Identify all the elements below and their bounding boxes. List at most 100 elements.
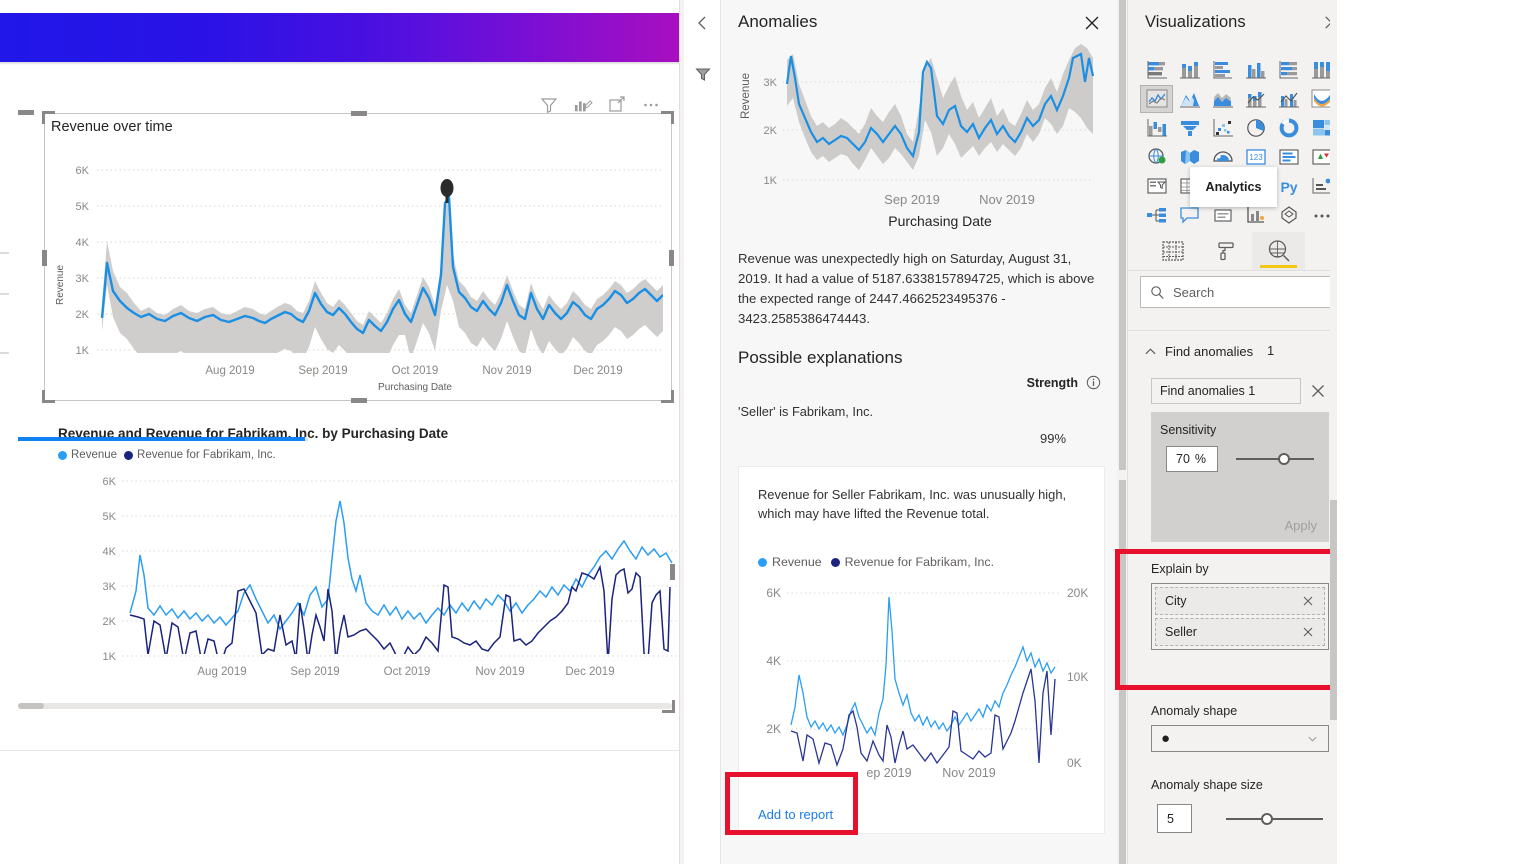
canvas-scroll-thumb[interactable] [18,703,44,709]
stacked-column-chart-icon[interactable] [1173,56,1206,84]
visualizations-header: Visualizations [1127,0,1352,48]
map-icon[interactable] [1140,143,1173,171]
format-tab[interactable] [1199,232,1252,270]
explain-by-field-wells[interactable]: City Seller [1151,583,1329,650]
chevron-down-icon[interactable] [1306,732,1319,745]
resize-handle-top-right[interactable] [661,111,674,124]
chevron-up-icon[interactable] [1144,345,1157,358]
resize-handle-bottom-left[interactable] [42,390,55,403]
line-and-clustered-column-icon[interactable] [1272,85,1305,113]
clustered-bar-chart-icon[interactable] [1206,56,1239,84]
find-anomalies-section-header[interactable]: Find anomalies 1 [1144,341,1344,361]
strength-bar-fill [18,437,306,441]
waterfall-chart-icon[interactable] [1140,114,1173,142]
stacked-area-chart-icon[interactable] [1206,85,1239,113]
legend-swatch-revenue [58,450,67,460]
explain-by-field-seller-label: Seller [1165,625,1197,639]
visual-revenue-and-fabrikam[interactable]: Revenue and Revenue for Fabrikam, Inc. b… [44,414,684,713]
edit-visual-icon[interactable] [574,96,593,114]
legend-label-revenue: Revenue [71,449,118,461]
explanation-label: 'Seller' is Fabrikam, Inc. [738,404,874,419]
resize-handle-outer-top[interactable] [18,110,34,115]
focus-mode-icon[interactable] [608,96,626,114]
filters-pane-collapsed[interactable]: Filters [684,0,736,864]
find-anomalies-item[interactable]: Find anomalies 1 [1151,378,1301,404]
stacked-bar-chart-icon[interactable] [1140,56,1173,84]
search-input[interactable]: Search [1140,276,1343,308]
explain-by-field-city[interactable]: City [1155,587,1325,615]
card-legend-item-fabrikam[interactable]: Revenue for Fabrikam, Inc. [830,555,995,569]
resize-handle-left[interactable] [42,250,47,266]
explanation-card-text: Revenue for Seller Fabrikam, Inc. was un… [758,487,1067,521]
resize-handle-right[interactable] [670,564,675,580]
svg-text:6K: 6K [766,586,781,600]
resize-handle-bottom-right[interactable] [661,390,674,403]
pie-chart-icon[interactable] [1239,114,1272,142]
anomaly-marker[interactable] [440,179,454,203]
canvas-horizontal-scrollbar[interactable] [18,703,672,709]
anomaly-shape-size-slider[interactable] [1226,813,1323,825]
panel-divider [1127,270,1335,271]
canvas-edge-marker [0,352,9,354]
analytics-tab[interactable] [1252,232,1305,270]
slicer-icon[interactable] [1140,172,1173,200]
chevron-left-icon[interactable] [694,14,712,32]
resize-handle-top-left[interactable] [42,111,55,124]
apply-button[interactable]: Apply [1284,518,1317,533]
explain-by-field-city-label: City [1165,594,1187,608]
anomaly-shape-size-input[interactable]: 5 [1157,804,1192,833]
anomalies-pane-scrollbar[interactable] [1117,0,1127,864]
explanation-card-chart: 6K 4K 2K 20K 10K 0K ep 2019 Nov 2019 [749,575,1099,780]
visual-revenue-over-time[interactable]: Revenue over time 6K 5K 4K 3K 2K 1K Reve… [42,111,674,403]
legend-item-revenue[interactable]: Revenue [58,449,117,461]
donut-chart-icon[interactable] [1272,114,1305,142]
card-legend-label-fabrikam: Revenue for Fabrikam, Inc. [844,555,995,569]
sensitivity-card: Sensitivity 70 % Apply [1151,412,1329,542]
sensitivity-slider[interactable] [1236,453,1314,465]
visualizations-pane-scrollbar[interactable] [1330,0,1337,864]
funnel-chart-icon[interactable] [1173,114,1206,142]
area-chart-icon[interactable] [1173,85,1206,113]
add-to-report-link[interactable]: Add to report [758,807,833,822]
close-icon[interactable] [1083,14,1101,32]
sensitivity-input[interactable]: 70 % [1166,446,1218,472]
clustered-column-chart-icon[interactable] [1239,56,1272,84]
fields-tab[interactable] [1146,232,1199,270]
anomaly-shape-size-slider-thumb[interactable] [1260,813,1273,825]
explanation-card[interactable]: Revenue for Seller Fabrikam, Inc. was un… [738,466,1105,834]
svg-text:1K: 1K [764,175,778,187]
resize-handle-bottom[interactable] [351,398,367,403]
line-and-stacked-column-icon[interactable] [1239,85,1272,113]
report-canvas[interactable]: Revenue over time 6K 5K 4K 3K 2K 1K Reve… [0,0,684,864]
chart1-title: Revenue over time [51,119,173,135]
scroll-thumb[interactable] [1119,0,1126,470]
card-legend-item-revenue[interactable]: Revenue [758,555,822,569]
canvas-edge-marker [0,252,9,254]
legend-item-fabrikam[interactable]: Revenue for Fabrikam, Inc. [124,449,276,461]
more-options-icon[interactable] [642,96,660,114]
line-chart-icon[interactable] [1140,85,1173,113]
card-legend: Revenue Revenue for Fabrikam, Inc. [758,555,994,569]
anomaly-shape-label: Anomaly shape [1151,704,1238,718]
close-icon[interactable] [1307,380,1329,402]
scroll-thumb[interactable] [1119,480,1126,864]
100-stacked-bar-chart-icon[interactable] [1272,56,1305,84]
filter-icon[interactable] [540,96,558,114]
info-icon[interactable] [1086,375,1101,390]
scatter-chart-icon[interactable] [1206,114,1239,142]
resize-handle-top[interactable] [351,111,367,116]
resize-handle-right[interactable] [669,250,674,266]
anomaly-shape-select[interactable]: ● [1151,725,1329,752]
close-icon[interactable] [1301,625,1315,639]
close-icon[interactable] [1301,594,1315,608]
sensitivity-slider-thumb[interactable] [1278,453,1291,465]
visualizations-tabs[interactable] [1146,232,1306,270]
find-anomalies-item-row[interactable]: Find anomalies 1 [1151,378,1329,404]
analytics-tooltip: Analytics [1190,167,1277,207]
decomposition-tree-icon[interactable] [1140,201,1173,229]
explain-by-field-seller[interactable]: Seller [1155,618,1325,646]
anomalies-title: Anomalies [738,12,818,31]
svg-text:4K: 4K [766,654,781,668]
scroll-thumb[interactable] [1330,500,1337,720]
filter-funnel-icon[interactable] [695,66,711,82]
